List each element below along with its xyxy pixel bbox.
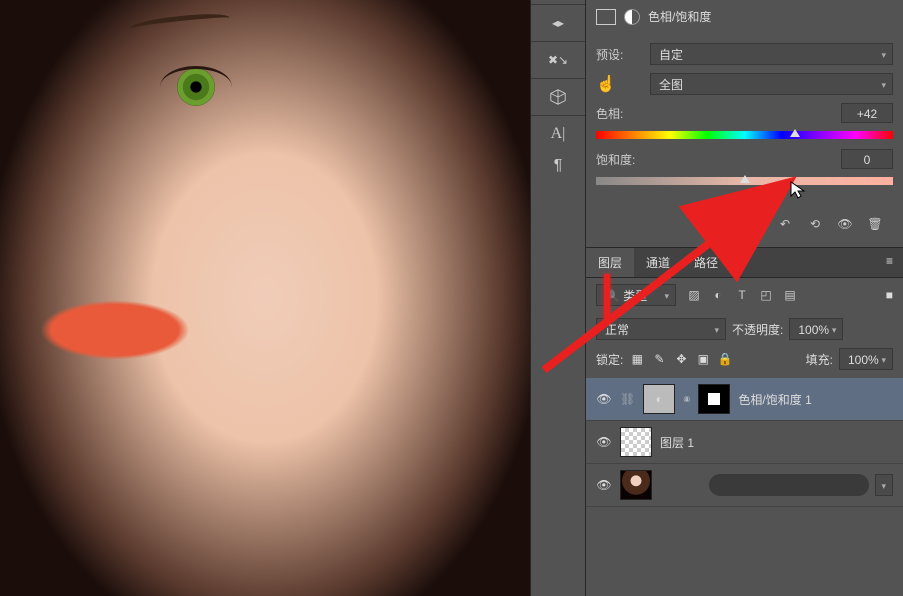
lock-all-icon[interactable]: 🔒 (717, 351, 733, 367)
clip-icon[interactable]: ▾◨ (745, 215, 765, 233)
filter-toggle-icon[interactable]: ■ (886, 288, 893, 302)
layer-mask-thumb[interactable] (698, 384, 730, 414)
channels-tab[interactable]: 通道 (634, 248, 682, 277)
layers-list: 👁 ⛓ ◐ ⑧ 色相/饱和度 1 👁 图层 1 👁 (586, 378, 903, 596)
panel-menu-icon[interactable]: ≡ (876, 248, 903, 277)
lock-position-icon[interactable]: ✥ (673, 351, 689, 367)
panel-tabs: 图层 通道 路径 ≡ (586, 248, 903, 278)
panel-title: 色相/饱和度 (648, 8, 711, 25)
lock-paint-icon[interactable]: ✎ (651, 351, 667, 367)
paragraph-icon[interactable]: ¶ (542, 152, 574, 180)
visibility-toggle-icon[interactable]: 👁 (596, 434, 612, 450)
reset-icon[interactable]: ⟲ (805, 215, 825, 233)
hue-saturation-panel: 色相/饱和度 预设: 自定 ☝ 全图 色相: +42 饱和度: 0 (586, 0, 903, 248)
fx-collapse-icon[interactable] (875, 474, 893, 496)
layer-name[interactable]: 图层 1 (660, 434, 694, 451)
delete-icon[interactable]: 🗑 (865, 215, 885, 233)
saturation-label: 饱和度: (596, 151, 640, 168)
preset-label: 预设: (596, 46, 640, 63)
layer-row[interactable]: 👁 图层 1 (586, 421, 903, 464)
adjustment-filter-icon[interactable]: ◐ (710, 287, 726, 303)
hand-icon[interactable]: ☝ (596, 74, 640, 94)
hue-slider[interactable] (596, 131, 893, 139)
visibility-icon[interactable]: 👁 (835, 215, 855, 233)
visibility-toggle-icon[interactable]: 👁 (596, 477, 612, 493)
adjustment-thumb[interactable]: ◐ (643, 384, 675, 414)
lock-label: 锁定: (596, 351, 623, 368)
canvas[interactable] (0, 0, 530, 596)
adjustment-footer-icons: ▾◨ ↶ ⟲ 👁 🗑 (596, 211, 893, 237)
vertical-toolstrip: ◂▸ ✖↘ A| ¶ (530, 0, 586, 596)
eyebrow (130, 11, 231, 35)
lips (40, 300, 190, 360)
link-icon[interactable]: ⛓ (620, 392, 635, 406)
preset-select[interactable]: 自定 (650, 43, 893, 65)
type-filter-icon[interactable]: T (734, 287, 750, 303)
redacted-layer-label (709, 474, 869, 496)
previous-icon[interactable]: ↶ (775, 215, 795, 233)
pixel-filter-icon[interactable]: ▨ (686, 287, 702, 303)
collapse-icon[interactable]: ◂▸ (542, 9, 574, 37)
portrait-image (0, 0, 530, 596)
fill-select[interactable]: 100% (839, 348, 893, 370)
smart-filter-icon[interactable]: ▤ (782, 287, 798, 303)
saturation-slider-thumb[interactable] (740, 175, 750, 183)
hue-value-input[interactable]: +42 (841, 103, 893, 123)
layer-name[interactable]: 色相/饱和度 1 (738, 391, 811, 408)
hue-slider-thumb[interactable] (790, 129, 800, 137)
annotation-marker (604, 274, 610, 322)
visibility-toggle-icon[interactable]: 👁 (596, 391, 612, 407)
layer-row[interactable]: 👁 (586, 464, 903, 507)
tools-icon[interactable]: ✖↘ (542, 46, 574, 74)
fill-label: 填充: (806, 351, 833, 368)
layer-thumb[interactable] (620, 470, 652, 500)
channel-select[interactable]: 全图 (650, 73, 893, 95)
saturation-slider[interactable] (596, 177, 893, 185)
blend-mode-select[interactable]: 正常 (596, 318, 726, 340)
lock-transparency-icon[interactable]: ▦ (629, 351, 645, 367)
paths-tab[interactable]: 路径 (682, 248, 730, 277)
lock-artboard-icon[interactable]: ▣ (695, 351, 711, 367)
right-panels: 色相/饱和度 预设: 自定 ☝ 全图 色相: +42 饱和度: 0 (586, 0, 903, 596)
opacity-label: 不透明度: (732, 321, 783, 338)
saturation-value-input[interactable]: 0 (841, 149, 893, 169)
hue-label: 色相: (596, 105, 640, 122)
layer-row[interactable]: 👁 ⛓ ◐ ⑧ 色相/饱和度 1 (586, 378, 903, 421)
cube-icon[interactable] (542, 83, 574, 111)
layer-thumb[interactable] (620, 427, 652, 457)
half-fill-icon[interactable] (624, 9, 640, 25)
character-icon[interactable]: A| (542, 120, 574, 148)
adjustment-thumb-icon[interactable] (596, 9, 616, 25)
mask-link-icon[interactable]: ⑧ (683, 395, 690, 404)
eye (160, 66, 232, 108)
opacity-select[interactable]: 100% (789, 318, 843, 340)
shape-filter-icon[interactable]: ◰ (758, 287, 774, 303)
layers-tab[interactable]: 图层 (586, 248, 634, 277)
